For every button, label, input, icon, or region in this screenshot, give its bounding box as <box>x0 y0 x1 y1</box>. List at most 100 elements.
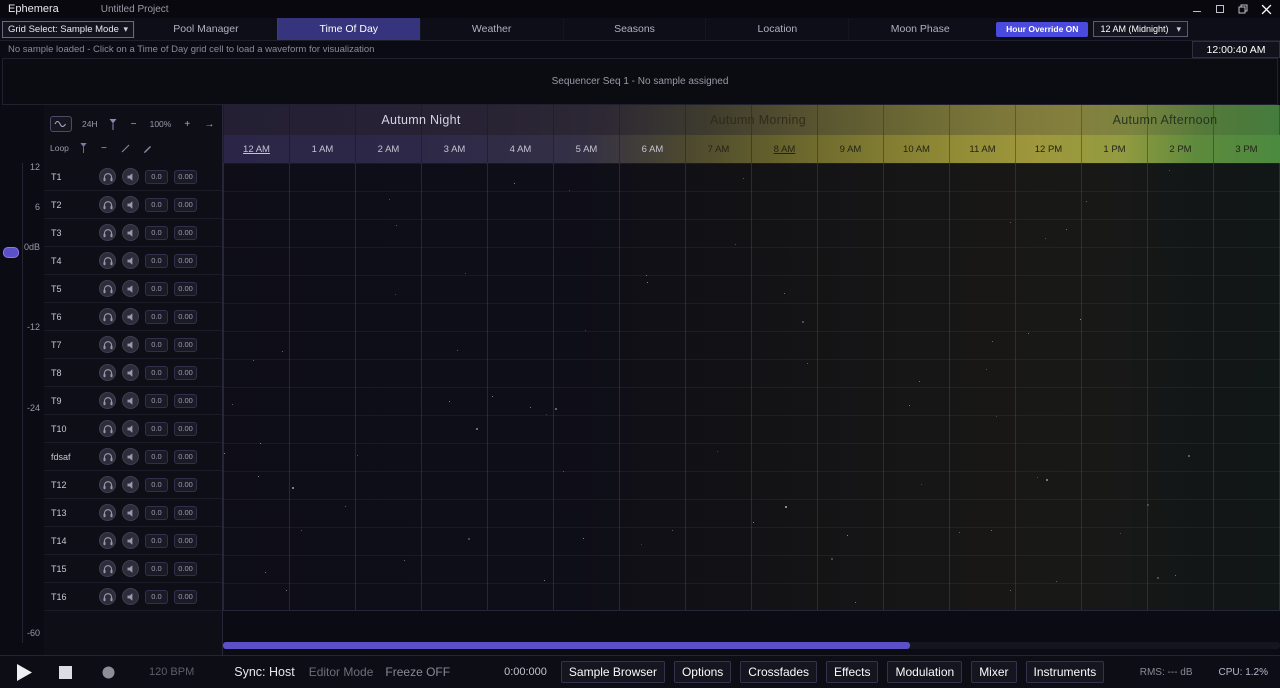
line-tool-button[interactable] <box>120 140 132 156</box>
track-name[interactable]: T4 <box>51 256 93 266</box>
volume-value[interactable]: 0.0 <box>145 254 168 268</box>
track-name[interactable]: fdsaf <box>51 452 93 462</box>
hour-cell-8-am[interactable]: 8 AM <box>751 135 817 163</box>
pan-value[interactable]: 0.00 <box>174 590 197 604</box>
track-name[interactable]: T15 <box>51 564 93 574</box>
zoom-in-button[interactable]: + <box>181 116 193 132</box>
tab-pool-manager[interactable]: Pool Manager <box>134 18 277 40</box>
hour-cell-1-am[interactable]: 1 AM <box>289 135 355 163</box>
cue-button[interactable] <box>99 336 116 353</box>
mute-button[interactable] <box>122 560 139 577</box>
mute-button[interactable] <box>122 420 139 437</box>
loop-zoom-out-button[interactable]: − <box>98 140 110 156</box>
effects-button[interactable]: Effects <box>826 661 878 683</box>
hour-cell-5-am[interactable]: 5 AM <box>553 135 619 163</box>
track-name[interactable]: T1 <box>51 172 93 182</box>
hour-cell-3-am[interactable]: 3 AM <box>421 135 487 163</box>
mute-button[interactable] <box>122 196 139 213</box>
volume-value[interactable]: 0.0 <box>145 562 168 576</box>
pan-value[interactable]: 0.00 <box>174 450 197 464</box>
loop-marker-icon[interactable] <box>79 142 88 154</box>
hour-cell-4-am[interactable]: 4 AM <box>487 135 553 163</box>
pan-value[interactable]: 0.00 <box>174 366 197 380</box>
cue-button[interactable] <box>99 420 116 437</box>
track-name[interactable]: T9 <box>51 396 93 406</box>
mute-button[interactable] <box>122 532 139 549</box>
mute-button[interactable] <box>122 588 139 605</box>
stop-button[interactable] <box>59 666 72 679</box>
volume-value[interactable]: 0.0 <box>145 422 168 436</box>
grid-select-dropdown[interactable]: Grid Select: Sample Mode <box>2 21 134 38</box>
play-button[interactable] <box>16 663 33 682</box>
hour-override-button[interactable]: Hour Override ON <box>996 22 1088 37</box>
volume-value[interactable]: 0.0 <box>145 310 168 324</box>
tab-seasons[interactable]: Seasons <box>563 18 706 40</box>
pan-value[interactable]: 0.00 <box>174 534 197 548</box>
track-name[interactable]: T8 <box>51 368 93 378</box>
pan-value[interactable]: 0.00 <box>174 394 197 408</box>
pan-value[interactable]: 0.00 <box>174 226 197 240</box>
options-button[interactable]: Options <box>674 661 731 683</box>
mute-button[interactable] <box>122 308 139 325</box>
bpm-display[interactable]: 120 BPM <box>149 666 194 678</box>
horizontal-scrollbar-thumb[interactable] <box>223 642 910 649</box>
volume-value[interactable]: 0.0 <box>145 226 168 240</box>
volume-value[interactable]: 0.0 <box>145 198 168 212</box>
volume-value[interactable]: 0.0 <box>145 282 168 296</box>
volume-value[interactable]: 0.0 <box>145 338 168 352</box>
cue-button[interactable] <box>99 224 116 241</box>
mixer-button[interactable]: Mixer <box>971 661 1016 683</box>
hour-cell-10-am[interactable]: 10 AM <box>883 135 949 163</box>
crossfades-button[interactable]: Crossfades <box>740 661 817 683</box>
sync-mode-button[interactable]: Sync: Host <box>234 665 294 679</box>
cue-button[interactable] <box>99 168 116 185</box>
volume-value[interactable]: 0.0 <box>145 506 168 520</box>
pan-value[interactable]: 0.00 <box>174 478 197 492</box>
cue-button[interactable] <box>99 532 116 549</box>
track-name[interactable]: T3 <box>51 228 93 238</box>
pan-value[interactable]: 0.00 <box>174 506 197 520</box>
cue-button[interactable] <box>99 448 116 465</box>
mute-button[interactable] <box>122 252 139 269</box>
volume-value[interactable]: 0.0 <box>145 590 168 604</box>
volume-value[interactable]: 0.0 <box>145 478 168 492</box>
minimize-button[interactable] <box>1192 4 1202 14</box>
mute-button[interactable] <box>122 364 139 381</box>
restore-button[interactable] <box>1238 4 1248 14</box>
tab-weather[interactable]: Weather <box>420 18 563 40</box>
pan-value[interactable]: 0.00 <box>174 170 197 184</box>
hour-cell-3-pm[interactable]: 3 PM <box>1213 135 1279 163</box>
mute-button[interactable] <box>122 280 139 297</box>
horizontal-scrollbar[interactable] <box>223 642 1280 649</box>
hour-cell-12-pm[interactable]: 12 PM <box>1015 135 1081 163</box>
track-name[interactable]: T2 <box>51 200 93 210</box>
hour-cell-2-am[interactable]: 2 AM <box>355 135 421 163</box>
hour-select-dropdown[interactable]: 12 AM (Midnight) <box>1093 21 1188 37</box>
pan-value[interactable]: 0.00 <box>174 310 197 324</box>
follow-playhead-button[interactable]: → <box>203 116 215 132</box>
track-name[interactable]: T5 <box>51 284 93 294</box>
tab-moon-phase[interactable]: Moon Phase <box>848 18 991 40</box>
hour-cell-7-am[interactable]: 7 AM <box>685 135 751 163</box>
pan-value[interactable]: 0.00 <box>174 198 197 212</box>
tab-time-of-day[interactable]: Time Of Day <box>277 18 420 40</box>
freeze-toggle[interactable]: Freeze OFF <box>385 665 450 679</box>
cue-button[interactable] <box>99 308 116 325</box>
mute-button[interactable] <box>122 168 139 185</box>
hour-cell-11-am[interactable]: 11 AM <box>949 135 1015 163</box>
pan-value[interactable]: 0.00 <box>174 422 197 436</box>
cue-button[interactable] <box>99 476 116 493</box>
pan-value[interactable]: 0.00 <box>174 282 197 296</box>
volume-value[interactable]: 0.0 <box>145 450 168 464</box>
track-name[interactable]: T14 <box>51 536 93 546</box>
hour-cell-2-pm[interactable]: 2 PM <box>1147 135 1213 163</box>
hour-cell-6-am[interactable]: 6 AM <box>619 135 685 163</box>
record-button[interactable] <box>102 666 115 679</box>
mute-button[interactable] <box>122 476 139 493</box>
modulation-button[interactable]: Modulation <box>887 661 962 683</box>
time-of-day-grid[interactable] <box>223 163 1280 611</box>
track-name[interactable]: T6 <box>51 312 93 322</box>
pan-value[interactable]: 0.00 <box>174 254 197 268</box>
volume-value[interactable]: 0.0 <box>145 170 168 184</box>
pan-value[interactable]: 0.00 <box>174 338 197 352</box>
